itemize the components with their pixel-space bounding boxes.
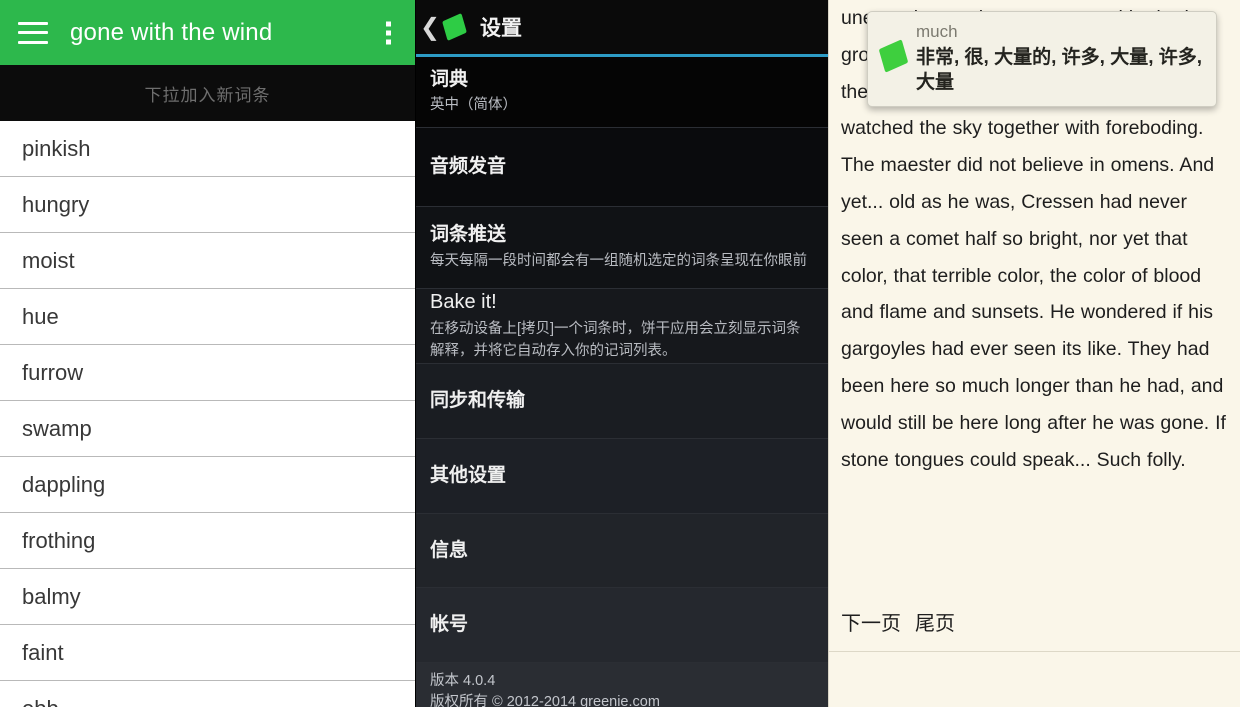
- page-title: gone with the wind: [70, 18, 273, 46]
- settings-footer: 版本 4.0.4 版权所有 © 2012-2014 greenie.com: [416, 663, 828, 707]
- hamburger-menu-icon[interactable]: [18, 21, 48, 44]
- popup-definition-label: 非常, 很, 大量的, 许多, 大量, 许多, 大量: [916, 46, 1203, 94]
- list-item[interactable]: pinkish: [0, 121, 415, 177]
- next-page-link[interactable]: 下一页: [841, 607, 901, 636]
- copyright-label: 版权所有 © 2012-2014 greenie.com: [430, 694, 660, 707]
- settings-item-dictionary[interactable]: 词典 英中（简体）: [416, 57, 828, 128]
- green-diamond-logo-icon: [442, 13, 468, 41]
- settings-item-subtitle: 在移动设备上[拷贝]一个词条时，饼干应用会立刻显示词条解释，并将它自动存入你的记…: [430, 321, 801, 359]
- word-label: hungry: [22, 191, 90, 217]
- settings-title: 设置: [480, 17, 522, 40]
- settings-item-title: 同步和传输: [430, 390, 526, 412]
- word-label: dappling: [22, 471, 106, 497]
- settings-item-bake-it[interactable]: Bake it! 在移动设备上[拷贝]一个词条时，饼干应用会立刻显示词条解释，并…: [416, 289, 828, 364]
- settings-item-title: 其他设置: [430, 465, 507, 487]
- word-label: swamp: [22, 415, 92, 441]
- list-item[interactable]: ebb: [0, 681, 415, 707]
- word-label: frothing: [22, 527, 96, 553]
- word-label: pinkish: [22, 135, 91, 161]
- settings-item-title: 帐号: [430, 614, 469, 636]
- word-definition-popup[interactable]: much 非常, 很, 大量的, 许多, 大量, 许多, 大量: [867, 11, 1217, 108]
- word-label: hue: [22, 303, 59, 329]
- word-label: furrow: [22, 359, 84, 385]
- reader-body: uneasy, but as the years passed he had g…: [829, 0, 1240, 592]
- list-item[interactable]: hungry: [0, 177, 415, 233]
- list-item[interactable]: faint: [0, 625, 415, 681]
- pull-to-add-hint: 下拉加入新词条: [0, 65, 415, 121]
- settings-item-sync-transfer[interactable]: 同步和传输: [416, 364, 828, 439]
- list-item[interactable]: furrow: [0, 345, 415, 401]
- app-bar: gone with the wind: [0, 0, 415, 65]
- settings-item-title: 音频发音: [430, 156, 507, 178]
- word-entry-list: pinkish hungry moist hue furrow swamp da…: [0, 121, 415, 707]
- word-list-panel: gone with the wind 下拉加入新词条 pinkish hungr…: [0, 0, 415, 707]
- back-chevron-icon[interactable]: ❮: [420, 15, 440, 39]
- word-label: moist: [22, 247, 75, 273]
- settings-list: 词典 英中（简体） 音频发音 词条推送 每天每隔一段时间都会有一组随机选定的词条…: [416, 57, 828, 707]
- popup-word-label: much: [916, 22, 958, 41]
- list-item[interactable]: moist: [0, 233, 415, 289]
- reader-panel: uneasy, but as the years passed he had g…: [828, 0, 1240, 707]
- green-diamond-logo-icon: [878, 39, 910, 76]
- settings-item-title: 词典: [430, 68, 469, 90]
- settings-item-title: 信息: [430, 539, 469, 561]
- app-screen: gone with the wind 下拉加入新词条 pinkish hungr…: [0, 0, 1240, 707]
- list-item[interactable]: hue: [0, 289, 415, 345]
- settings-item-word-push[interactable]: 词条推送 每天每隔一段时间都会有一组随机选定的词条呈现在你眼前: [416, 207, 828, 289]
- settings-item-other-settings[interactable]: 其他设置: [416, 439, 828, 514]
- settings-item-title: 词条推送: [430, 224, 507, 246]
- list-item[interactable]: dappling: [0, 457, 415, 513]
- settings-panel: ❮ 设置 词典 英中（简体） 音频发音 词条推送 每天每隔一段时间都会有一组随机…: [415, 0, 828, 707]
- list-item[interactable]: balmy: [0, 569, 415, 625]
- reader-pagination: 下一页 尾页: [829, 592, 1240, 652]
- last-page-link[interactable]: 尾页: [915, 607, 955, 636]
- word-label: ebb: [22, 696, 59, 707]
- list-item[interactable]: swamp: [0, 401, 415, 457]
- settings-item-account[interactable]: 帐号: [416, 588, 828, 663]
- word-label: faint: [22, 639, 64, 665]
- settings-header: ❮ 设置: [416, 0, 828, 54]
- version-label: 版本 4.0.4: [430, 673, 496, 689]
- settings-item-audio-pronunciation[interactable]: 音频发音: [416, 128, 828, 207]
- settings-item-title: Bake it!: [430, 291, 497, 314]
- word-label: balmy: [22, 583, 81, 609]
- settings-item-subtitle: 每天每隔一段时间都会有一组随机选定的词条呈现在你眼前: [430, 252, 807, 269]
- reader-footer: 返回目录 Chrome插件网 www.cnplugins.com: [829, 652, 1240, 707]
- overflow-menu-icon[interactable]: [386, 21, 391, 44]
- list-item[interactable]: frothing: [0, 513, 415, 569]
- settings-item-subtitle: 英中（简体）: [430, 97, 517, 114]
- settings-item-information[interactable]: 信息: [416, 514, 828, 588]
